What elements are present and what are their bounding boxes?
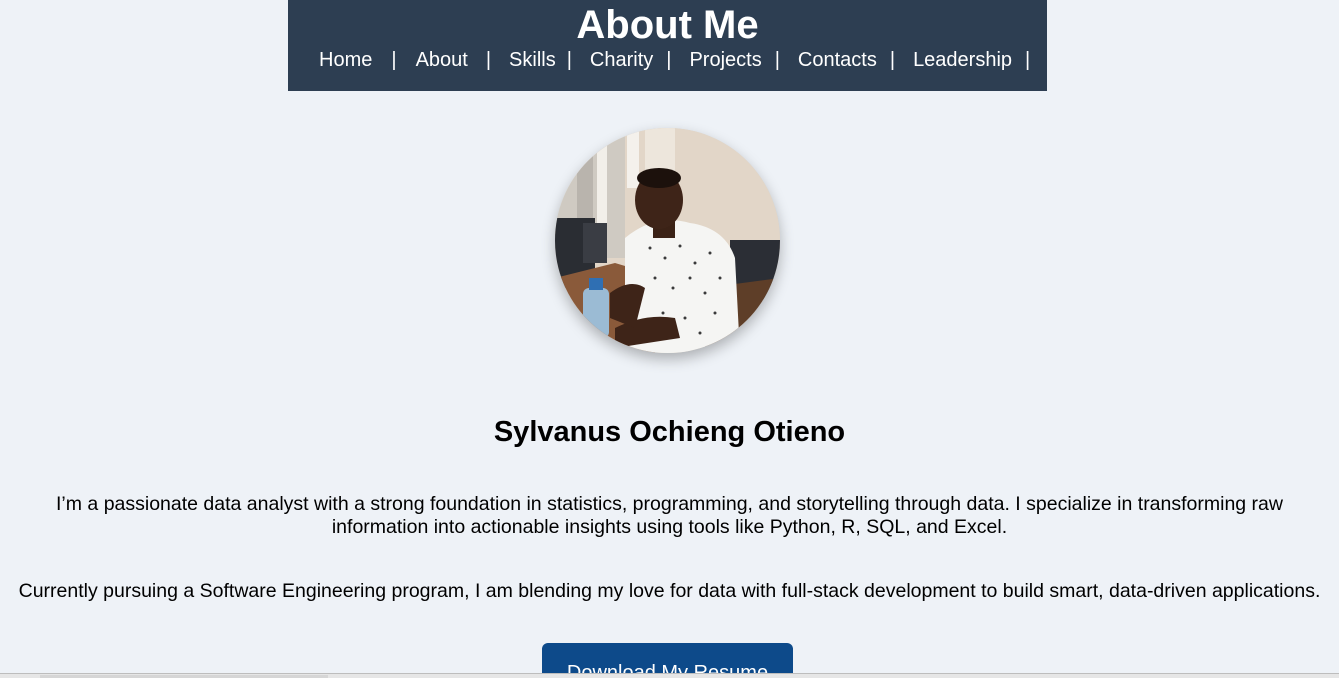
- nav-separator: |: [889, 49, 896, 71]
- bio-paragraph-2: Currently pursuing a Software Engineerin…: [18, 580, 1321, 602]
- nav-link-skills[interactable]: Skills: [509, 47, 556, 73]
- site-header: About Me Home | About | Skills | Charity…: [288, 0, 1047, 91]
- page-title: About Me: [576, 3, 759, 47]
- nav-separator: |: [1025, 49, 1031, 71]
- nav-link-home[interactable]: Home: [319, 47, 372, 73]
- nav-separator: |: [391, 49, 397, 71]
- nav-separator: |: [485, 49, 492, 71]
- profile-photo-illustration: [555, 128, 780, 353]
- profile-photo: [555, 128, 780, 353]
- nav-separator: |: [774, 49, 780, 71]
- profile-name: Sylvanus Ochieng Otieno: [493, 416, 846, 448]
- nav-link-charity[interactable]: Charity: [590, 47, 653, 73]
- main-nav: Home | About | Skills | Charity | Projec…: [319, 47, 1030, 73]
- nav-link-contacts[interactable]: Contacts: [798, 47, 877, 73]
- horizontal-scrollbar[interactable]: [0, 673, 1339, 678]
- nav-link-projects[interactable]: Projects: [689, 47, 761, 73]
- nav-link-about[interactable]: About: [416, 47, 468, 73]
- nav-separator: |: [666, 49, 672, 71]
- page: About Me Home | About | Skills | Charity…: [0, 0, 1339, 678]
- nav-separator: |: [566, 49, 572, 71]
- bio-paragraph-1: I’m a passionate data analyst with a str…: [56, 493, 1283, 538]
- nav-link-leadership[interactable]: Leadership: [913, 47, 1012, 73]
